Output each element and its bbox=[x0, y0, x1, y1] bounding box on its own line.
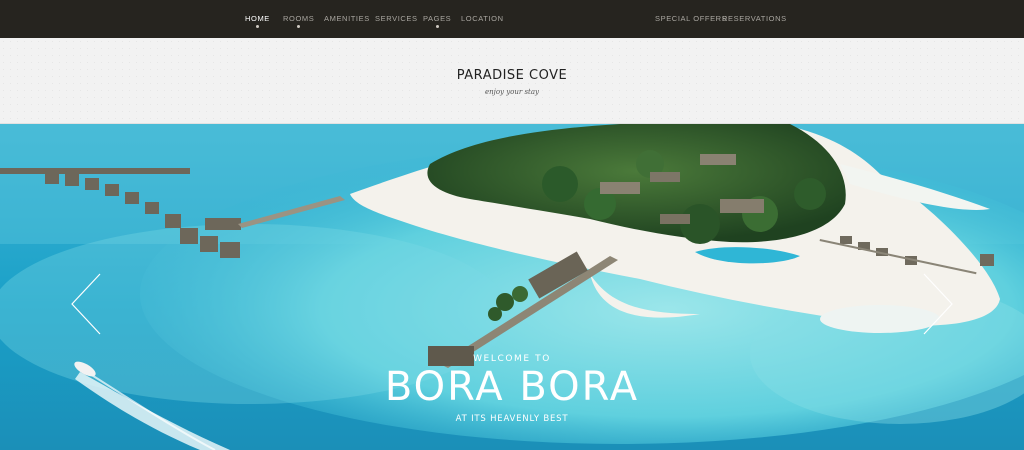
nav-item-location[interactable]: LOCATION bbox=[461, 14, 504, 23]
submenu-dot-icon bbox=[297, 25, 301, 28]
site-tagline: enjoy your stay bbox=[485, 88, 539, 96]
chevron-right-icon bbox=[923, 273, 953, 335]
nav-item-services[interactable]: SERVICES bbox=[375, 14, 418, 23]
nav-label: ROOMS bbox=[283, 14, 315, 23]
chevron-left-icon bbox=[71, 273, 101, 335]
nav-item-pages[interactable]: PAGES bbox=[423, 14, 452, 28]
nav-label: SERVICES bbox=[375, 14, 418, 23]
nav-label: SPECIAL OFFERS bbox=[655, 14, 728, 23]
hero-headline: BORA BORA bbox=[384, 364, 640, 410]
nav-item-rooms[interactable]: ROOMS bbox=[283, 14, 315, 28]
hero-welcome-text: WELCOME TO bbox=[473, 354, 551, 364]
submenu-dot-icon bbox=[255, 25, 259, 28]
hero-slider: WELCOME TO BORA BORA AT ITS HEAVENLY BES… bbox=[0, 124, 1024, 450]
nav-label: AMENITIES bbox=[324, 14, 370, 23]
nav-item-amenities[interactable]: AMENITIES bbox=[324, 14, 370, 23]
slider-next-button[interactable] bbox=[920, 272, 954, 336]
nav-label: LOCATION bbox=[461, 14, 504, 23]
nav-item-reservations[interactable]: RESERVATIONS bbox=[722, 14, 787, 23]
hero-subline: AT ITS HEAVENLY BEST bbox=[455, 414, 569, 424]
nav-label: PAGES bbox=[423, 14, 452, 23]
nav-item-home[interactable]: HOME bbox=[245, 14, 270, 28]
brand-header: PARADISE COVE enjoy your stay bbox=[0, 38, 1024, 124]
submenu-dot-icon bbox=[435, 25, 439, 28]
nav-label: HOME bbox=[245, 14, 270, 23]
nav-label: RESERVATIONS bbox=[722, 14, 787, 23]
nav-item-special-offers[interactable]: SPECIAL OFFERS bbox=[655, 14, 727, 23]
slider-prev-button[interactable] bbox=[70, 272, 104, 336]
top-nav-bar: HOME ROOMS AMENITIES SERVICES PAGES LOCA… bbox=[0, 0, 1024, 38]
site-logo-title[interactable]: PARADISE COVE bbox=[0, 68, 1024, 83]
